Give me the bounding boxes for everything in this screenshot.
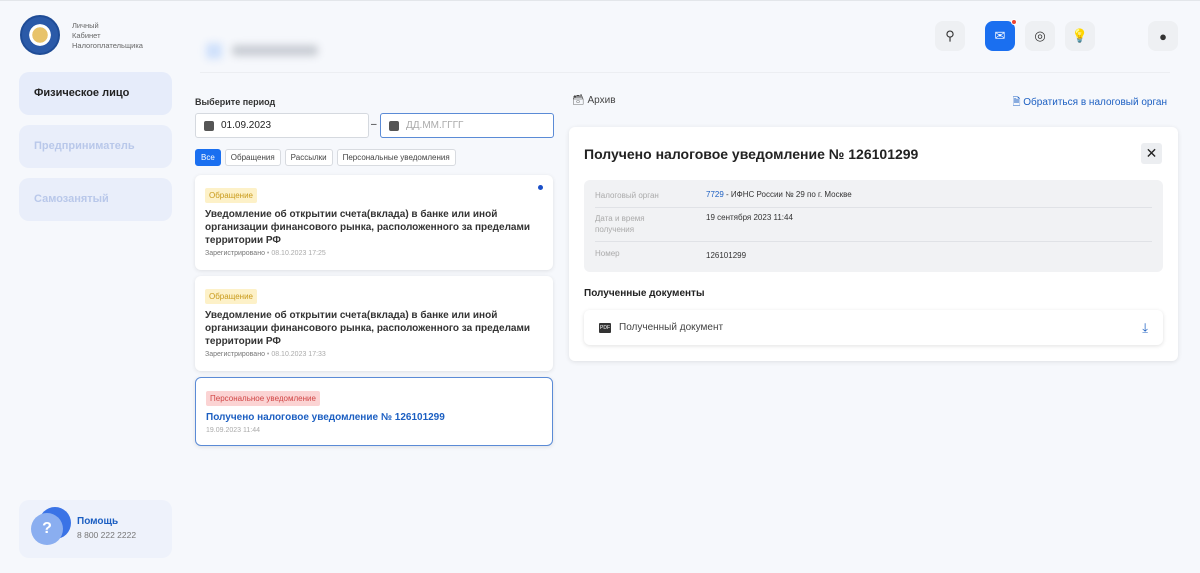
message-card[interactable]: Обращение Уведомление об открытии счета(… xyxy=(195,276,553,371)
archive-icon: 🗃 xyxy=(572,95,585,106)
search-icon: ⚲ xyxy=(945,28,955,43)
type-badge: Персональное уведомление xyxy=(206,391,320,406)
document-icon: 🗎 xyxy=(1012,97,1021,108)
user-icon: ● xyxy=(1159,28,1167,44)
type-badge: Обращение xyxy=(205,188,257,203)
sidebar-item-entrepreneur[interactable]: Предприниматель xyxy=(19,125,172,168)
date-from-value: 01.09.2023 xyxy=(221,120,272,131)
sidebar-item-selfemployed[interactable]: Самозанятый xyxy=(19,178,172,221)
search-button[interactable]: ⚲ xyxy=(935,21,965,51)
profile-button[interactable]: ● xyxy=(1148,21,1178,51)
help-question-icon: ? xyxy=(31,513,63,545)
archive-link[interactable]: 🗃 Архив xyxy=(572,95,616,106)
date: 08.10.2023 17:25 xyxy=(271,250,326,257)
documents-heading: Полученные документы xyxy=(584,288,705,299)
lightbulb-icon: 💡 xyxy=(1071,28,1089,43)
date: 08.10.2023 17:33 xyxy=(271,351,326,358)
mail-icon: ✉ xyxy=(994,28,1006,43)
document-item[interactable]: PDF Полученный документ ⤓ xyxy=(584,310,1163,345)
chip-personal[interactable]: Персональные уведомления xyxy=(336,149,456,166)
blurred-page-title xyxy=(200,37,330,65)
divider xyxy=(595,207,1152,208)
eye-off-icon: ◎ xyxy=(1034,28,1046,43)
message-title: Получено налоговое уведомление № 1261012… xyxy=(206,412,445,423)
type-badge: Обращение xyxy=(205,289,257,304)
field-label: Дата и время получения xyxy=(595,214,645,234)
period-label: Выберите период xyxy=(195,97,276,107)
field-value: 19 сентября 2023 11:44 xyxy=(706,213,793,222)
divider xyxy=(200,72,1170,73)
tax-office-code-link[interactable]: 7729 xyxy=(706,190,724,199)
chip-requests[interactable]: Обращения xyxy=(224,149,281,166)
date: 19.09.2023 11:44 xyxy=(206,427,260,434)
logo-text: Личный Кабинет Налогоплательщика xyxy=(72,21,143,51)
filter-chips: Все Обращения Рассылки Персональные увед… xyxy=(195,149,456,166)
status: Зарегистрировано xyxy=(205,250,265,257)
help-widget[interactable]: ? Помощь 8 800 222 2222 xyxy=(19,500,172,558)
download-icon[interactable]: ⤓ xyxy=(1142,320,1148,336)
notification-dot xyxy=(1011,19,1017,25)
message-meta: Зарегистрировано • 08.10.2023 17:33 xyxy=(205,351,326,358)
archive-label: Архив xyxy=(587,95,616,106)
chip-mailings[interactable]: Рассылки xyxy=(284,149,333,166)
logo-line: Налогоплательщика xyxy=(72,41,143,50)
date-from-input[interactable]: 01.09.2023 xyxy=(195,113,369,138)
tips-button[interactable]: 💡 xyxy=(1065,21,1095,51)
detail-info: Налоговый орган 7729 - ИФНС России № 29 п… xyxy=(584,180,1163,272)
detail-panel: Получено налоговое уведомление № 1261012… xyxy=(569,127,1178,361)
fns-logo xyxy=(20,15,60,55)
sidebar-item-individual[interactable]: Физическое лицо xyxy=(19,72,172,115)
field-label: Налоговый орган xyxy=(595,191,659,200)
status: Зарегистрировано xyxy=(205,351,265,358)
logo-line: Кабинет xyxy=(72,31,101,40)
pdf-icon: PDF xyxy=(599,322,611,333)
message-card[interactable]: Обращение Уведомление об открытии счета(… xyxy=(195,175,553,270)
date-to-input[interactable]: ДД.ММ.ГГГГ xyxy=(380,113,554,138)
message-meta: 19.09.2023 11:44 xyxy=(206,427,542,434)
logo-line: Личный xyxy=(72,21,99,30)
field-value: - ИФНС России № 29 по г. Москве xyxy=(723,190,852,199)
divider xyxy=(595,241,1152,242)
field-value: 126101299 xyxy=(706,251,747,260)
message-card-selected[interactable]: Персональное уведомление Получено налого… xyxy=(195,377,553,446)
help-label: Помощь xyxy=(77,516,119,527)
date-separator: – xyxy=(371,119,377,130)
field-label: Номер xyxy=(595,249,620,258)
detail-title: Получено налоговое уведомление № 1261012… xyxy=(584,146,919,162)
message-title: Уведомление об открытии счета(вклада) в … xyxy=(205,310,531,347)
calendar-icon xyxy=(389,120,399,131)
message-title: Уведомление об открытии счета(вклада) в … xyxy=(205,209,531,246)
date-to-placeholder: ДД.ММ.ГГГГ xyxy=(406,120,464,131)
visibility-button[interactable]: ◎ xyxy=(1025,21,1055,51)
contact-label: Обратиться в налоговый орган xyxy=(1023,97,1167,108)
message-meta: Зарегистрировано • 08.10.2023 17:25 xyxy=(205,250,326,257)
calendar-icon xyxy=(204,120,214,131)
contact-tax-office-link[interactable]: 🗎 Обратиться в налоговый орган xyxy=(1012,95,1167,112)
document-name: Полученный документ xyxy=(619,322,724,333)
chip-all[interactable]: Все xyxy=(195,149,221,166)
unread-dot xyxy=(538,185,543,190)
close-button[interactable]: ✕ xyxy=(1141,143,1162,164)
help-phone: 8 800 222 2222 xyxy=(77,530,137,540)
messages-button[interactable]: ✉ xyxy=(985,19,1017,51)
